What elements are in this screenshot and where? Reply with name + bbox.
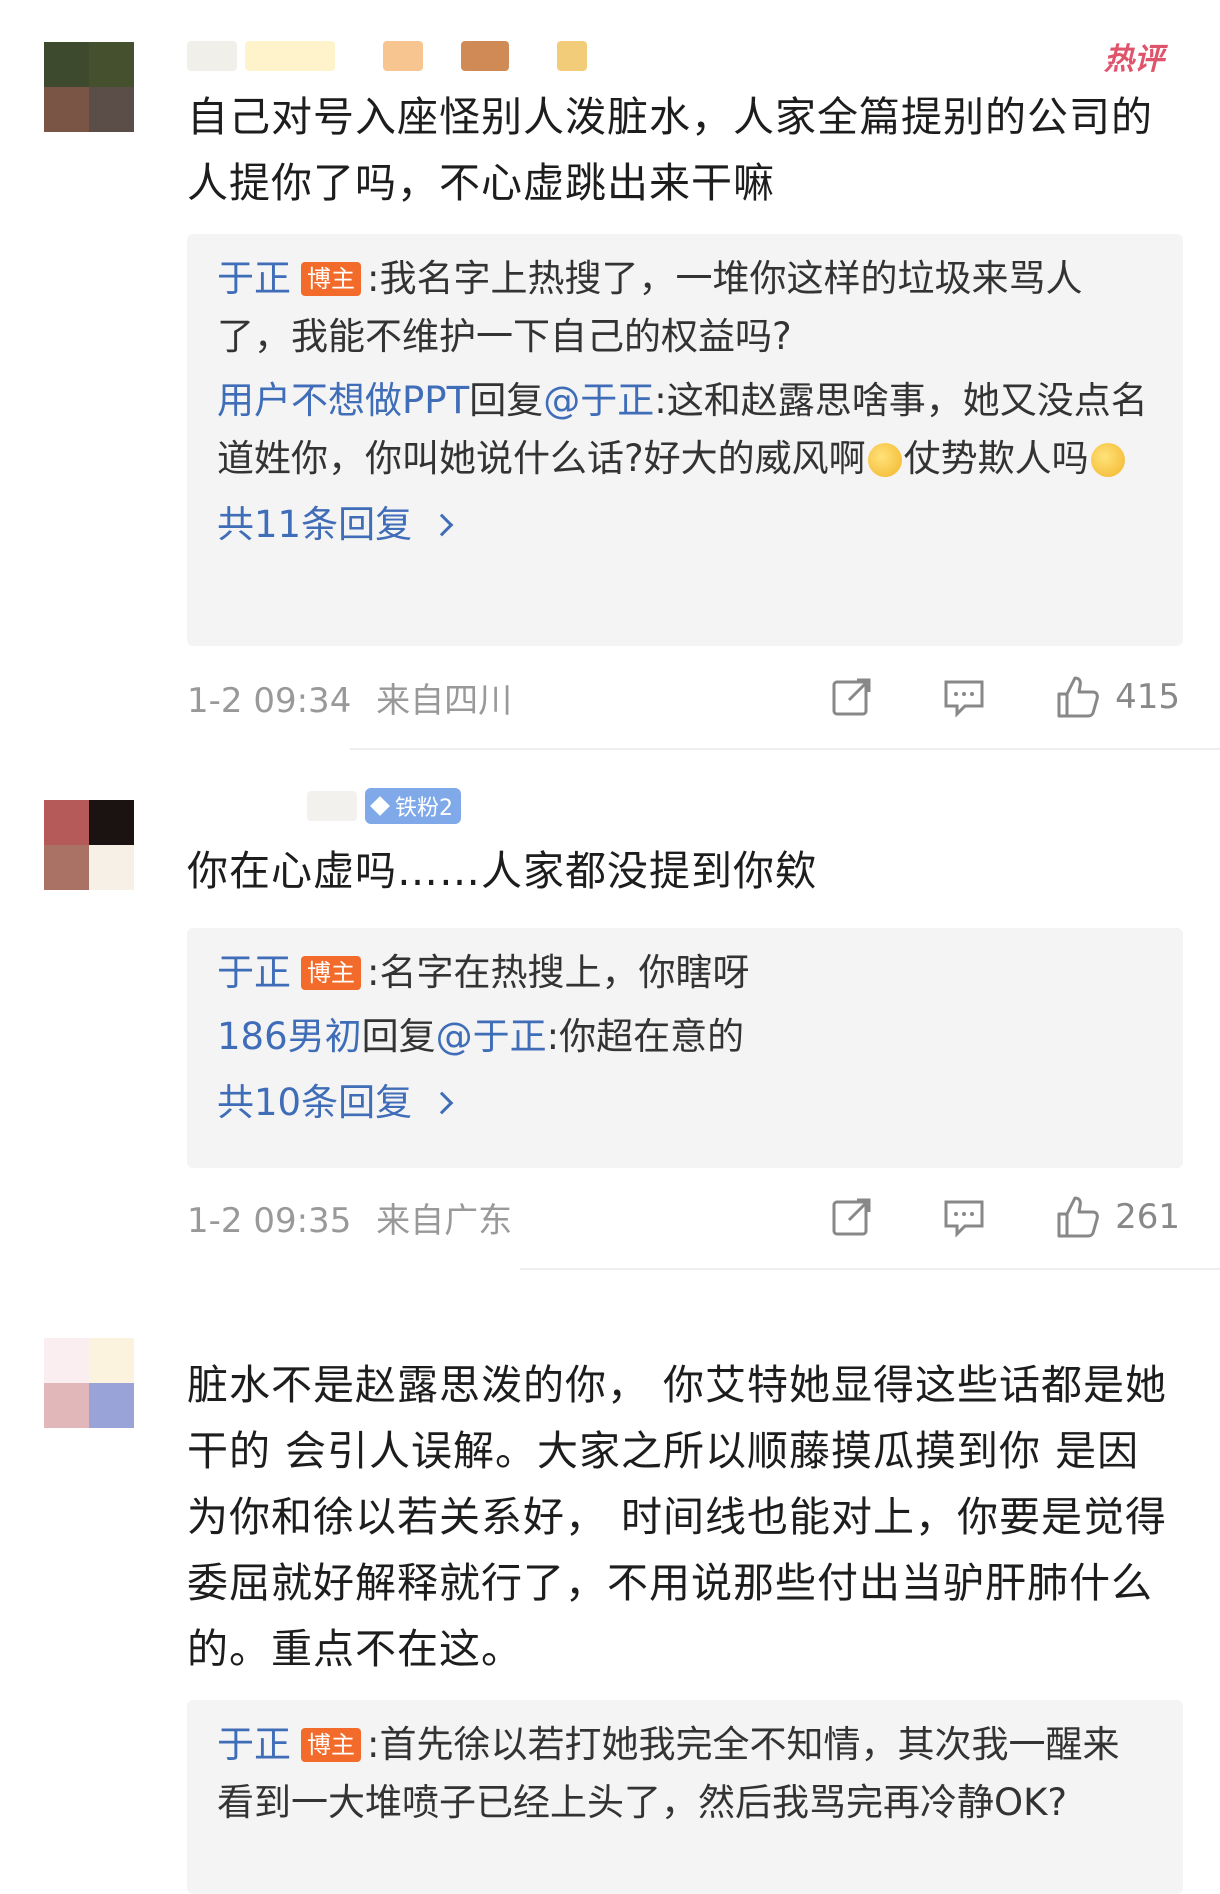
reply-text: :名字在热搜上，你瞎呀 bbox=[367, 951, 750, 994]
emoji-icon bbox=[867, 443, 902, 477]
avatar[interactable] bbox=[44, 42, 134, 132]
timestamp: 1-2 09:34 bbox=[187, 680, 352, 721]
chevron-right-icon bbox=[430, 513, 454, 537]
view-more-replies-button[interactable]: 共11条回复 bbox=[217, 496, 1153, 554]
reply-text: 仗势欺人吗 bbox=[903, 437, 1089, 480]
avatar[interactable] bbox=[44, 1338, 134, 1428]
location: 来自广东 bbox=[376, 1200, 513, 1241]
like-button[interactable]: 415 bbox=[1055, 674, 1180, 720]
reply-item: 186男初回复@于正:你超在意的 bbox=[217, 1008, 1153, 1066]
author-badge: 博主 bbox=[301, 1728, 361, 1762]
diamond-icon bbox=[370, 796, 390, 816]
comment-icon[interactable] bbox=[943, 676, 985, 718]
reply-box[interactable]: 于正 博主:首先徐以若打她我完全不知情，其次我一醒来看到一大堆喷子已经上头了，然后… bbox=[187, 1700, 1183, 1894]
timestamp-location: 1-2 09:34 来自四川 bbox=[187, 673, 831, 722]
reply-box[interactable]: 于正 博主:名字在热搜上，你瞎呀 186男初回复@于正:你超在意的 共10条回复 bbox=[187, 928, 1183, 1168]
hot-comment-label: 热评 bbox=[1104, 42, 1164, 77]
author-badge: 博主 bbox=[301, 262, 361, 296]
timestamp-location: 1-2 09:35 来自广东 bbox=[187, 1193, 831, 1242]
divider bbox=[350, 748, 1220, 750]
reply-word: 回复 bbox=[469, 379, 544, 422]
like-count: 261 bbox=[1115, 1197, 1180, 1237]
view-more-replies-button[interactable]: 共10条回复 bbox=[217, 1074, 1153, 1132]
username-row: 铁粉2 bbox=[187, 786, 461, 826]
fan-badge: 铁粉2 bbox=[365, 788, 461, 824]
avatar[interactable] bbox=[44, 800, 134, 890]
divider bbox=[520, 1268, 1220, 1270]
comment-text: 自己对号入座怪别人泼脏水，人家全篇提别的公司的人提你了吗，不心虚跳出来干嘛 bbox=[187, 93, 1153, 207]
reply-text: :你超在意的 bbox=[546, 1015, 745, 1058]
reply-item: 于正 博主:首先徐以若打她我完全不知情，其次我一醒来看到一大堆喷子已经上头了，然后… bbox=[217, 1716, 1153, 1832]
reply-user[interactable]: 186男初 bbox=[217, 1015, 362, 1058]
author-badge: 博主 bbox=[301, 956, 361, 990]
mention-link[interactable]: @于正 bbox=[436, 1015, 547, 1058]
comment-meta: 1-2 09:34 来自四川 415 bbox=[187, 672, 1180, 722]
chevron-right-icon bbox=[430, 1091, 454, 1115]
reply-word: 回复 bbox=[361, 1015, 436, 1058]
emoji-icon bbox=[1090, 443, 1125, 477]
reply-item: 于正 博主:名字在热搜上，你瞎呀 bbox=[217, 944, 1153, 1002]
action-bar: 415 bbox=[831, 674, 1180, 720]
action-bar: 261 bbox=[831, 1194, 1180, 1240]
like-count: 415 bbox=[1115, 677, 1180, 717]
location: 来自四川 bbox=[376, 680, 513, 721]
like-icon bbox=[1055, 674, 1101, 720]
mention-link[interactable]: @于正 bbox=[543, 379, 654, 422]
more-replies-label: 共11条回复 bbox=[217, 503, 413, 546]
like-button[interactable]: 261 bbox=[1055, 1194, 1180, 1240]
reply-item: 用户不想做PPT回复@于正:这和赵露思啥事，她又没点名道姓你，你叫她说什么话?好… bbox=[217, 372, 1153, 488]
reply-user[interactable]: 于正 bbox=[217, 951, 291, 994]
username-obscured[interactable] bbox=[307, 791, 357, 821]
reply-box[interactable]: 于正 博主:我名字上热搜了，一堆你这样的垃圾来骂人了，我能不维护一下自己的权益吗?… bbox=[187, 234, 1183, 646]
reply-item: 于正 博主:我名字上热搜了，一堆你这样的垃圾来骂人了，我能不维护一下自己的权益吗? bbox=[217, 250, 1153, 366]
share-icon[interactable] bbox=[831, 1196, 873, 1238]
reply-user[interactable]: 用户不想做PPT bbox=[217, 379, 469, 422]
comment-text: 脏水不是赵露思泼的你， 你艾特她显得这些话都是她干的 会引人误解。大家之所以顺藤… bbox=[187, 1361, 1168, 1673]
comment-icon[interactable] bbox=[943, 1196, 985, 1238]
fan-badge-label: 铁粉2 bbox=[395, 796, 453, 821]
timestamp: 1-2 09:35 bbox=[187, 1200, 352, 1241]
username-obscured[interactable] bbox=[187, 36, 587, 76]
more-replies-label: 共10条回复 bbox=[217, 1081, 413, 1124]
share-icon[interactable] bbox=[831, 676, 873, 718]
comment-meta: 1-2 09:35 来自广东 261 bbox=[187, 1192, 1180, 1242]
reply-user[interactable]: 于正 bbox=[217, 257, 291, 300]
like-icon bbox=[1055, 1194, 1101, 1240]
comment-text: 你在心虚吗……人家都没提到你欸 bbox=[187, 847, 817, 895]
reply-user[interactable]: 于正 bbox=[217, 1723, 291, 1766]
